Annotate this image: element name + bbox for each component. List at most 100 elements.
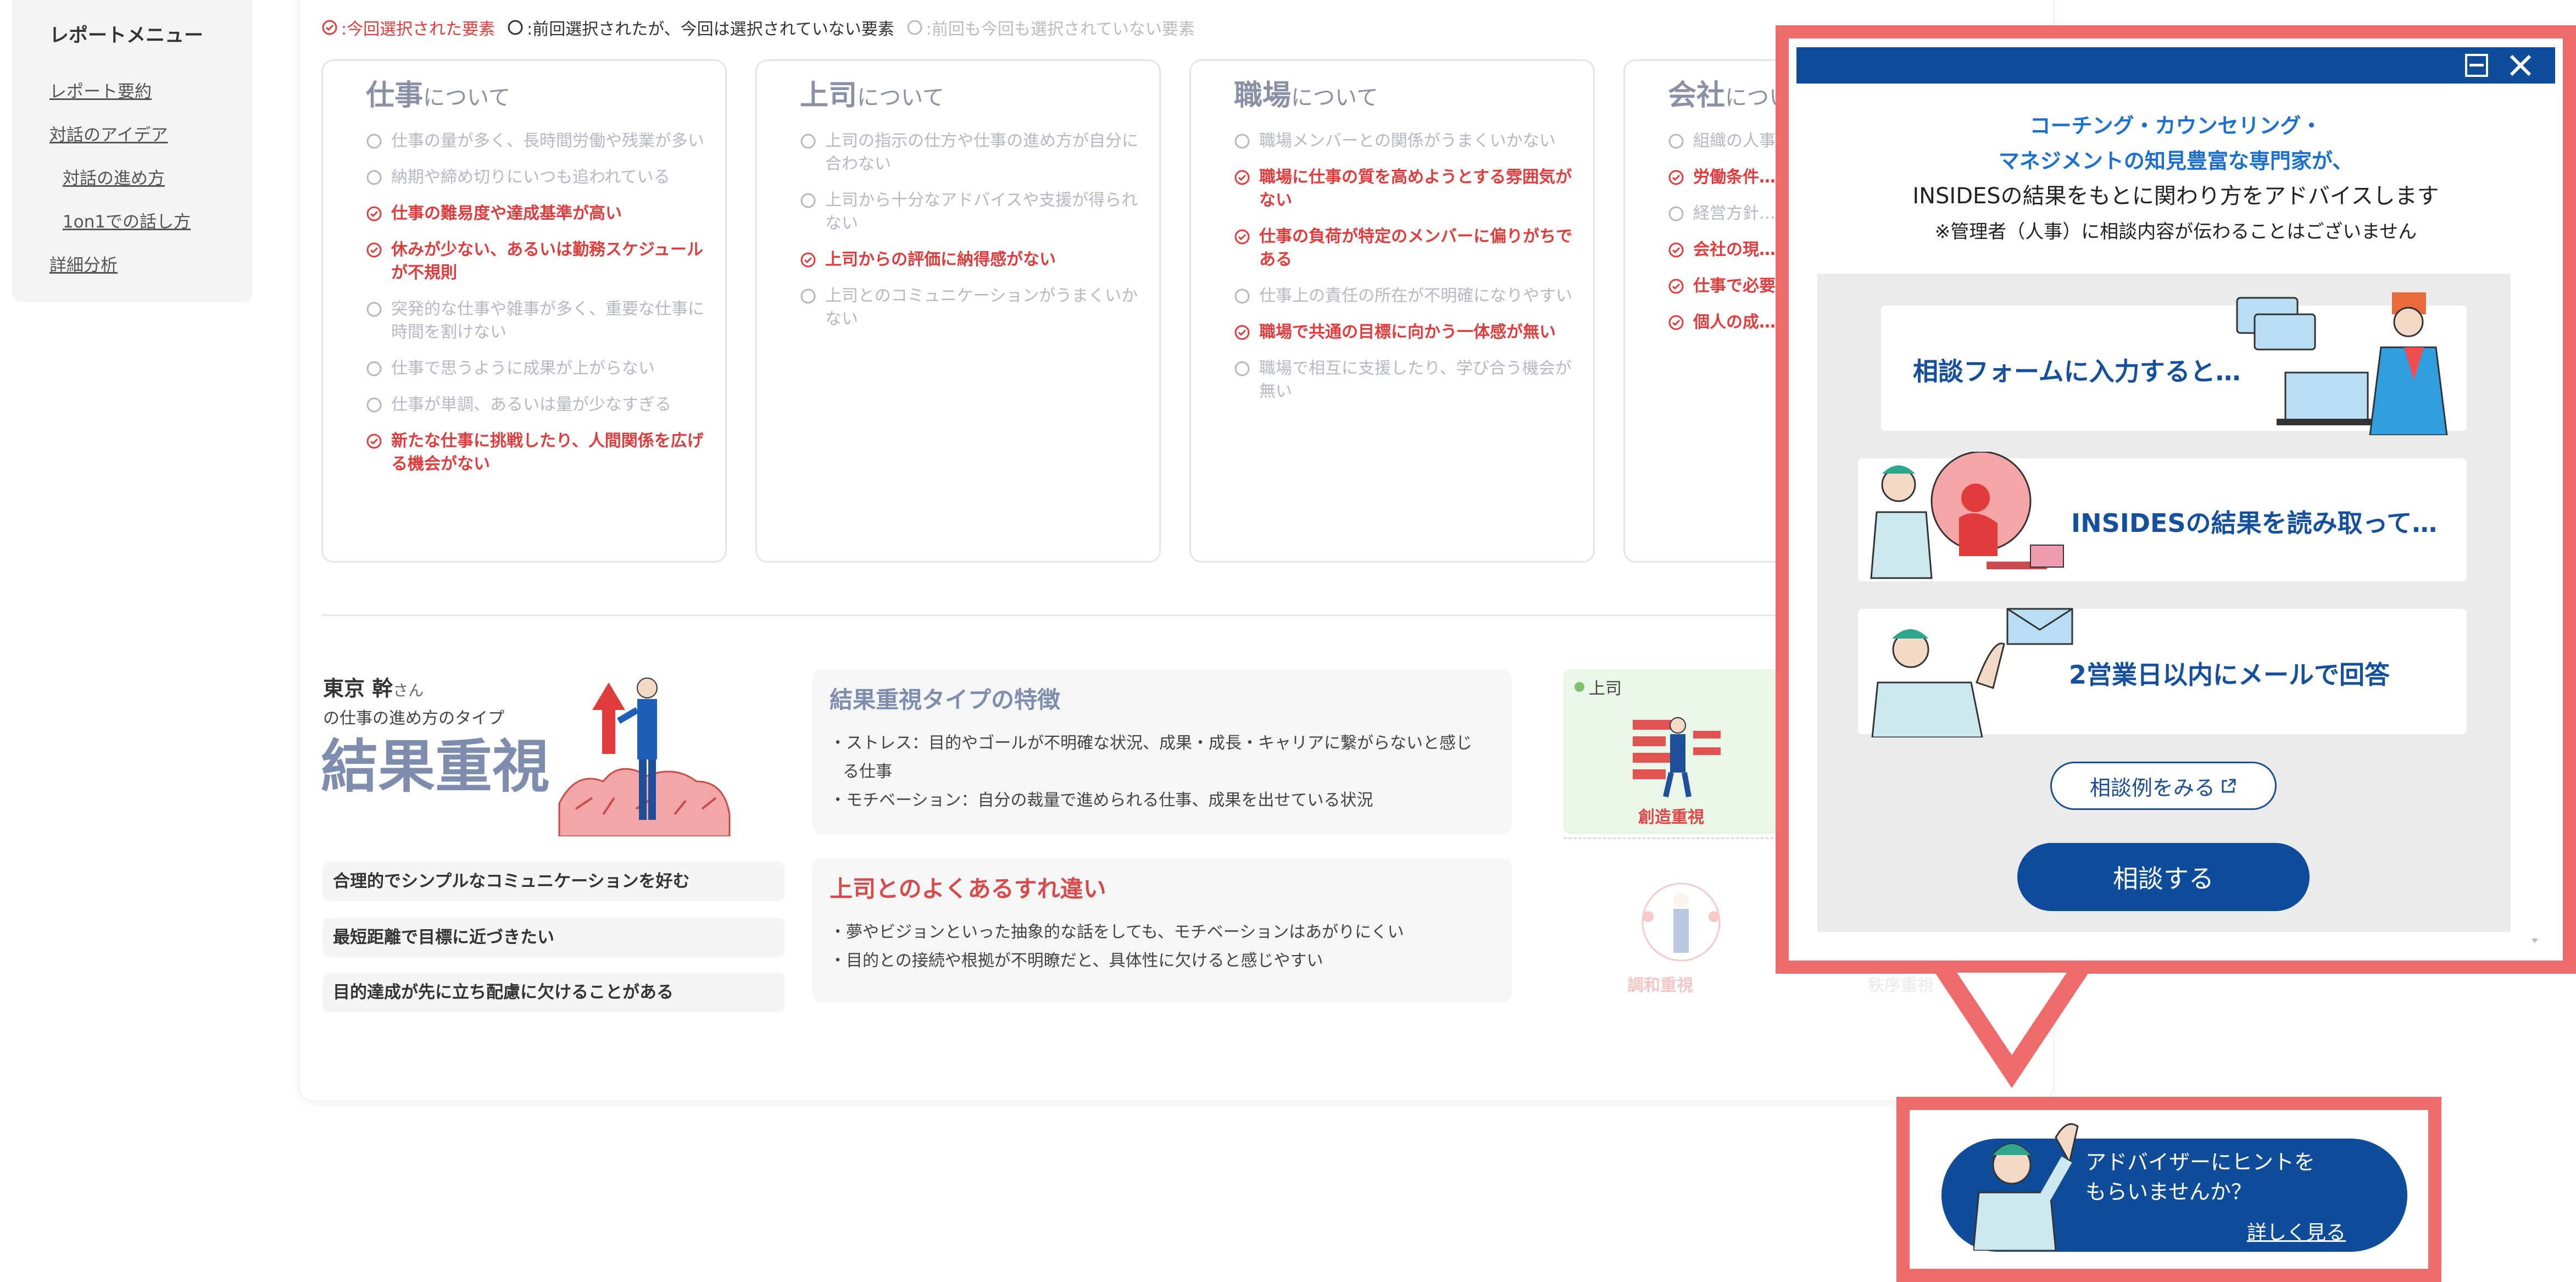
check-circle-icon — [1234, 229, 1250, 245]
circle-icon — [366, 361, 382, 376]
check-item-text: 労働条件… — [1693, 168, 1776, 187]
type-name: 結果重視 — [321, 733, 550, 800]
circle-icon — [800, 288, 816, 304]
sidebar-item-detail-analysis[interactable]: 詳細分析 — [49, 251, 253, 276]
check-item-text: 仕事の負荷が特定のメンバーに偏りがちである — [1259, 227, 1572, 269]
mismatch-box: 上司とのよくあるすれ違い ・夢やビジョンといった抽象的な話をしても、モチベーショ… — [812, 858, 1512, 1002]
check-circle-icon — [366, 242, 382, 258]
check-circle-icon — [1668, 279, 1684, 294]
column-items: 上司の指示の仕方や仕事の進め方が自分に合わない 上司から十分なアドバイスや支援が得… — [800, 130, 1139, 331]
type-features-line: る仕事 — [843, 762, 892, 781]
check-item-text: 経営方針… — [1693, 204, 1776, 223]
check-circle-icon — [366, 434, 382, 449]
section-divider — [321, 614, 1838, 616]
column-boss: 上司について 上司の指示の仕方や仕事の進め方が自分に合わない 上司から十分なアドバ… — [755, 59, 1161, 563]
circle-icon — [1234, 134, 1250, 149]
check-circle-icon — [322, 20, 337, 35]
step-text: INSIDESの結果を読み取って… — [2071, 508, 2438, 538]
advisor-illustration — [1973, 1123, 2079, 1251]
check-item-text: 上司とのコミュニケーションがうまくいかない — [825, 286, 1138, 329]
reading-results-illustration — [1870, 452, 2064, 579]
sidebar: レポートメニュー レポート要約 対話のアイデア 対話の進め方 1on1での話し方… — [12, 0, 253, 302]
popup-intro-line: マネジメントの知見豊富な専門家が、 — [1998, 149, 2354, 173]
check-item-text: 仕事で思うように成果が上がらない — [391, 359, 655, 378]
see-examples-button[interactable]: 相談例をみる — [2050, 762, 2277, 810]
popup-note: ※管理者（人事）に相談内容が伝わることはございません — [1934, 221, 2417, 243]
faded-type-name: 調和重視 — [1627, 976, 1693, 995]
popup-intro-line: INSIDESの結果をもとに関わり方をアドバイスします — [1912, 184, 2439, 209]
check-item: 上司から十分なアドバイスや支援が得られない — [800, 189, 1139, 235]
check-item: 仕事の量が多く、長時間労働や残業が多い — [366, 130, 705, 153]
check-item-text: 職場に仕事の質を高めようとする雰囲気がない — [1259, 168, 1572, 210]
check-item: 突発的な仕事や雑事が多く、重要な仕事に時間を割けない — [366, 298, 705, 344]
banner-line: もらいませんか？ — [2085, 1180, 2252, 1204]
legend-none: :前回も今回も選択されていない要素 — [906, 15, 1195, 40]
check-item-text: 仕事の量が多く、長時間労働や残業が多い — [391, 131, 704, 151]
type-features-line: ・ストレス：目的やゴールが不明確な状況、成果・成長・キャリアに繋がらないと感じ — [830, 734, 1472, 753]
see-details-link[interactable]: 詳しく見る — [2247, 1217, 2346, 1245]
check-item-text: 仕事の難易度や達成基準が高い — [391, 204, 622, 223]
check-item: 上司の指示の仕方や仕事の進め方が自分に合わない — [800, 130, 1139, 176]
check-item-text: 休みが少ない、あるいは勤務スケジュールが不規則 — [391, 240, 703, 282]
check-item: 職場に仕事の質を高めようとする雰囲気がない — [1234, 166, 1573, 212]
mismatch-title: 上司とのよくあるすれ違い — [830, 875, 1106, 902]
column-workplace: 職場について 職場メンバーとの関係がうまくいかない職場に仕事の質を高めようとする… — [1189, 59, 1595, 563]
sidebar-item-dialogue-ideas[interactable]: 対話のアイデア — [49, 121, 253, 146]
column-heading: 仕事について — [366, 79, 510, 112]
boss-type-name: 創造重視 — [1638, 808, 1704, 827]
check-circle-icon — [1234, 325, 1250, 340]
check-circle-icon — [366, 206, 382, 221]
check-item: 納期や締め切りにいつも追われている — [366, 166, 705, 189]
check-item-text: 仕事上の責任の所在が不明確になりやすい — [1259, 286, 1572, 306]
circle-icon — [366, 170, 382, 185]
type-features-box: 結果重視タイプの特徴 ・ストレス：目的やゴールが不明確な状況、成果・成長・キャリ… — [812, 669, 1512, 834]
check-item: 仕事の負荷が特定のメンバーに偏りがちである — [1234, 225, 1573, 271]
circle-icon — [366, 397, 382, 413]
circle-icon — [1234, 288, 1250, 304]
mail-reply-illustration — [1871, 608, 2073, 737]
popup-pointer — [1935, 973, 2089, 1088]
check-item-text: 上司からの評価に納得感がない — [825, 250, 1056, 269]
sidebar-title: レポートメニュー — [49, 25, 204, 47]
check-item: 職場メンバーとの関係がうまくいかない — [1234, 130, 1573, 153]
form-input-illustration — [2236, 292, 2448, 435]
check-item-text: 新たな仕事に挑戦したり、人間関係を広げる機会がない — [391, 431, 704, 474]
circle-icon — [800, 193, 816, 208]
check-item-text: 納期や締め切りにいつも追われている — [391, 168, 670, 187]
column-heading: 職場について — [1234, 79, 1378, 112]
check-circle-icon — [1668, 170, 1684, 185]
circle-icon — [800, 134, 816, 149]
check-item: 仕事で思うように成果が上がらない — [366, 357, 705, 380]
check-item: 職場で共通の目標に向かう一体感が無い — [1234, 321, 1573, 344]
check-item-text: 職場メンバーとの関係がうまくいかない — [1259, 131, 1556, 151]
minimize-icon[interactable] — [2464, 53, 2489, 78]
consult-button[interactable]: 相談する — [2017, 843, 2310, 911]
check-item: 仕事の難易度や達成基準が高い — [366, 202, 705, 225]
close-icon[interactable] — [2507, 52, 2534, 79]
creative-illustration — [1633, 717, 1721, 798]
check-item-text: 職場で共通の目標に向かう一体感が無い — [1259, 323, 1556, 342]
faded-type-name: 秩序重視 — [1868, 976, 1934, 995]
sidebar-item-report-summary[interactable]: レポート要約 — [49, 77, 253, 102]
trait-item: 合理的でシンプルなコミュニケーションを好む — [323, 862, 785, 901]
check-item-text: 仕事が単調、あるいは量が少なすぎる — [391, 395, 671, 414]
sidebar-item-1on1-talk[interactable]: 1on1での話し方 — [63, 208, 253, 232]
check-item: 仕事が単調、あるいは量が少なすぎる — [366, 393, 705, 417]
check-item-text: 会社の現… — [1693, 240, 1776, 259]
see-examples-label: 相談例をみる — [2089, 775, 2215, 800]
check-circle-icon — [800, 252, 816, 268]
status-dot — [1574, 682, 1584, 692]
check-item: 休みが少ない、あるいは勤務スケジュールが不規則 — [366, 238, 705, 285]
check-item-text: 突発的な仕事や雑事が多く、重要な仕事に時間を割けない — [391, 299, 704, 342]
circle-icon — [366, 134, 382, 149]
circle-icon — [366, 302, 382, 317]
circle-icon — [907, 20, 922, 35]
check-item: 上司からの評価に納得感がない — [800, 248, 1139, 271]
scroll-down-icon[interactable] — [2530, 936, 2539, 945]
check-circle-icon — [1668, 315, 1684, 330]
legend-previous: :前回選択されたが、今回は選択されていない要素 — [507, 15, 894, 40]
sidebar-item-dialogue-process[interactable]: 対話の進め方 — [63, 164, 253, 189]
column-heading: 上司について — [800, 79, 944, 112]
circle-icon — [1668, 206, 1684, 221]
check-item: 新たな仕事に挑戦したり、人間関係を広げる機会がない — [366, 430, 705, 476]
